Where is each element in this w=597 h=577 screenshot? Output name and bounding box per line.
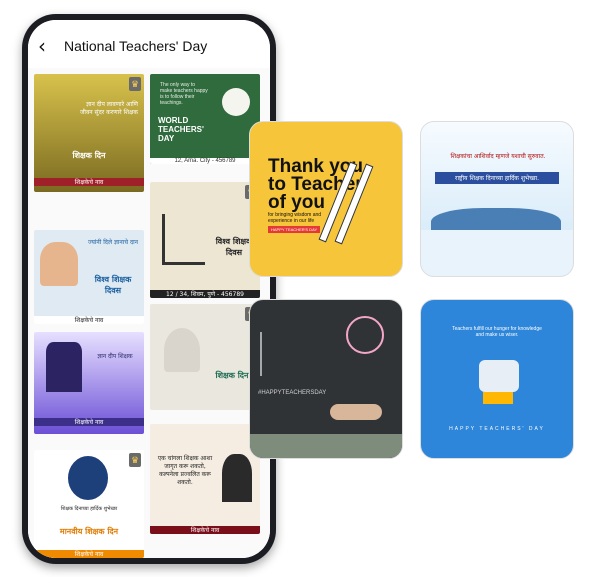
tile-footer: 12, Ama. City - 456789 [150, 158, 260, 164]
card-text-lines [260, 332, 332, 376]
template-tile[interactable]: ज्यांनी दिले ज्ञानाचे दान विश्व शिक्षक द… [34, 230, 144, 324]
card-tag: HAPPY TEACHER'S DAY [268, 226, 321, 233]
tile-text: शिक्षक दिनाच्या हार्दिक शुभेच्छा [60, 506, 118, 512]
back-icon[interactable]: ‹ [38, 36, 46, 56]
app-header: ‹ National Teachers' Day [28, 20, 270, 68]
phone-screen: ‹ National Teachers' Day ज्ञान दीप लावणा… [28, 20, 270, 558]
tile-text: ज्यांनी दिले ज्ञानाचे दान [87, 239, 139, 246]
card-footer: HAPPY TEACHERS' DAY [449, 426, 545, 432]
stairs-icon [162, 214, 205, 265]
flower-icon [222, 88, 250, 116]
portrait-icon [68, 456, 108, 500]
tile-text: The only way to make teachers happy is t… [160, 82, 208, 106]
template-grid: ज्ञान दीप लावणारे आणि जीवन सुंदर करणारे … [28, 68, 270, 558]
tile-label: शिक्षक दिन [72, 151, 106, 160]
tile-footer: शिक्षकेचे नाव [34, 316, 144, 324]
hand-icon [330, 404, 382, 420]
tile-text: ज्ञान दीप शिक्षक [97, 353, 133, 360]
thank-you-card[interactable]: Thank you to Teacher of you for bringing… [249, 121, 403, 277]
tile-label: मानवीय शिक्षक दिन [59, 527, 119, 536]
page-title: National Teachers' Day [64, 38, 208, 54]
card-subtitle: for bringing wisdom and experience in ou… [268, 212, 322, 224]
books-stack [483, 392, 513, 404]
books-card[interactable]: Teachers fulfill our hunger for knowledg… [420, 299, 574, 459]
child-photo [164, 328, 200, 372]
card-line2: राष्ट्रीय शिक्षक दिनाच्या हार्दिक शुभेच्… [435, 172, 559, 184]
tile-footer: शिक्षकेचे नाव [150, 526, 260, 534]
achievement-card[interactable]: शिक्षकांचा आशिर्वाद म्हणजे यशाची सुरुवात… [420, 121, 574, 277]
template-tile[interactable]: ज्ञान दीप लावणारे आणि जीवन सुंदर करणारे … [34, 74, 144, 192]
board-ledge [250, 434, 402, 458]
tile-text: एक चांगला शिक्षक आशा जागृत करू शकतो, कल्… [157, 455, 213, 486]
tile-label: विश्व शिक्षक दिवस [94, 275, 132, 295]
template-tile[interactable]: ♛ विश्व शिक्षक दिवस 12 / 34, शिवम, पुणे … [150, 182, 260, 298]
cloud-shape [421, 230, 573, 276]
tile-footer: शिक्षकेचे नाव [34, 418, 144, 426]
template-tile[interactable]: शिक्षक दिनाच्या हार्दिक शुभेच्छा मानवीय … [34, 450, 144, 558]
premium-icon: ♛ [129, 77, 141, 91]
hashtag-text: #HAPPYTEACHERSDAY [258, 390, 327, 396]
chalk-flower-icon [346, 316, 384, 354]
template-tile[interactable]: शिक्षक दिन ♛ [150, 304, 260, 410]
phone-frame: ‹ National Teachers' Day ज्ञान दीप लावणा… [22, 14, 276, 564]
tile-headline: WORLD TEACHERS' DAY [158, 116, 204, 143]
tile-footer: शिक्षकेचे नाव [34, 550, 144, 558]
hands-icon [40, 242, 78, 286]
card-line3: of you [268, 192, 325, 213]
template-tile[interactable]: The only way to make teachers happy is t… [150, 74, 260, 164]
tile-footer: 12 / 34, शिवम, पुणे - 456789 [150, 290, 260, 298]
template-tile[interactable]: एक चांगला शिक्षक आशा जागृत करू शकतो, कल्… [150, 424, 260, 534]
card-quote: Teachers fulfill our hunger for knowledg… [452, 326, 542, 338]
books-icon [479, 360, 519, 392]
card-line1: शिक्षकांचा आशिर्वाद म्हणजे यशाची सुरुवात… [450, 153, 546, 160]
graduate-icon [46, 342, 82, 392]
tile-text: ज्ञान दीप लावणारे आणि जीवन सुंदर करणारे … [79, 101, 138, 116]
template-tile[interactable]: ज्ञान दीप शिक्षक शिक्षकेचे नाव [34, 332, 144, 434]
tile-footer: शिक्षकेचे नाव [34, 178, 144, 186]
premium-icon: ♛ [129, 453, 141, 467]
teacher-icon [222, 454, 252, 502]
chalkboard-card[interactable]: #HAPPYTEACHERSDAY [249, 299, 403, 459]
